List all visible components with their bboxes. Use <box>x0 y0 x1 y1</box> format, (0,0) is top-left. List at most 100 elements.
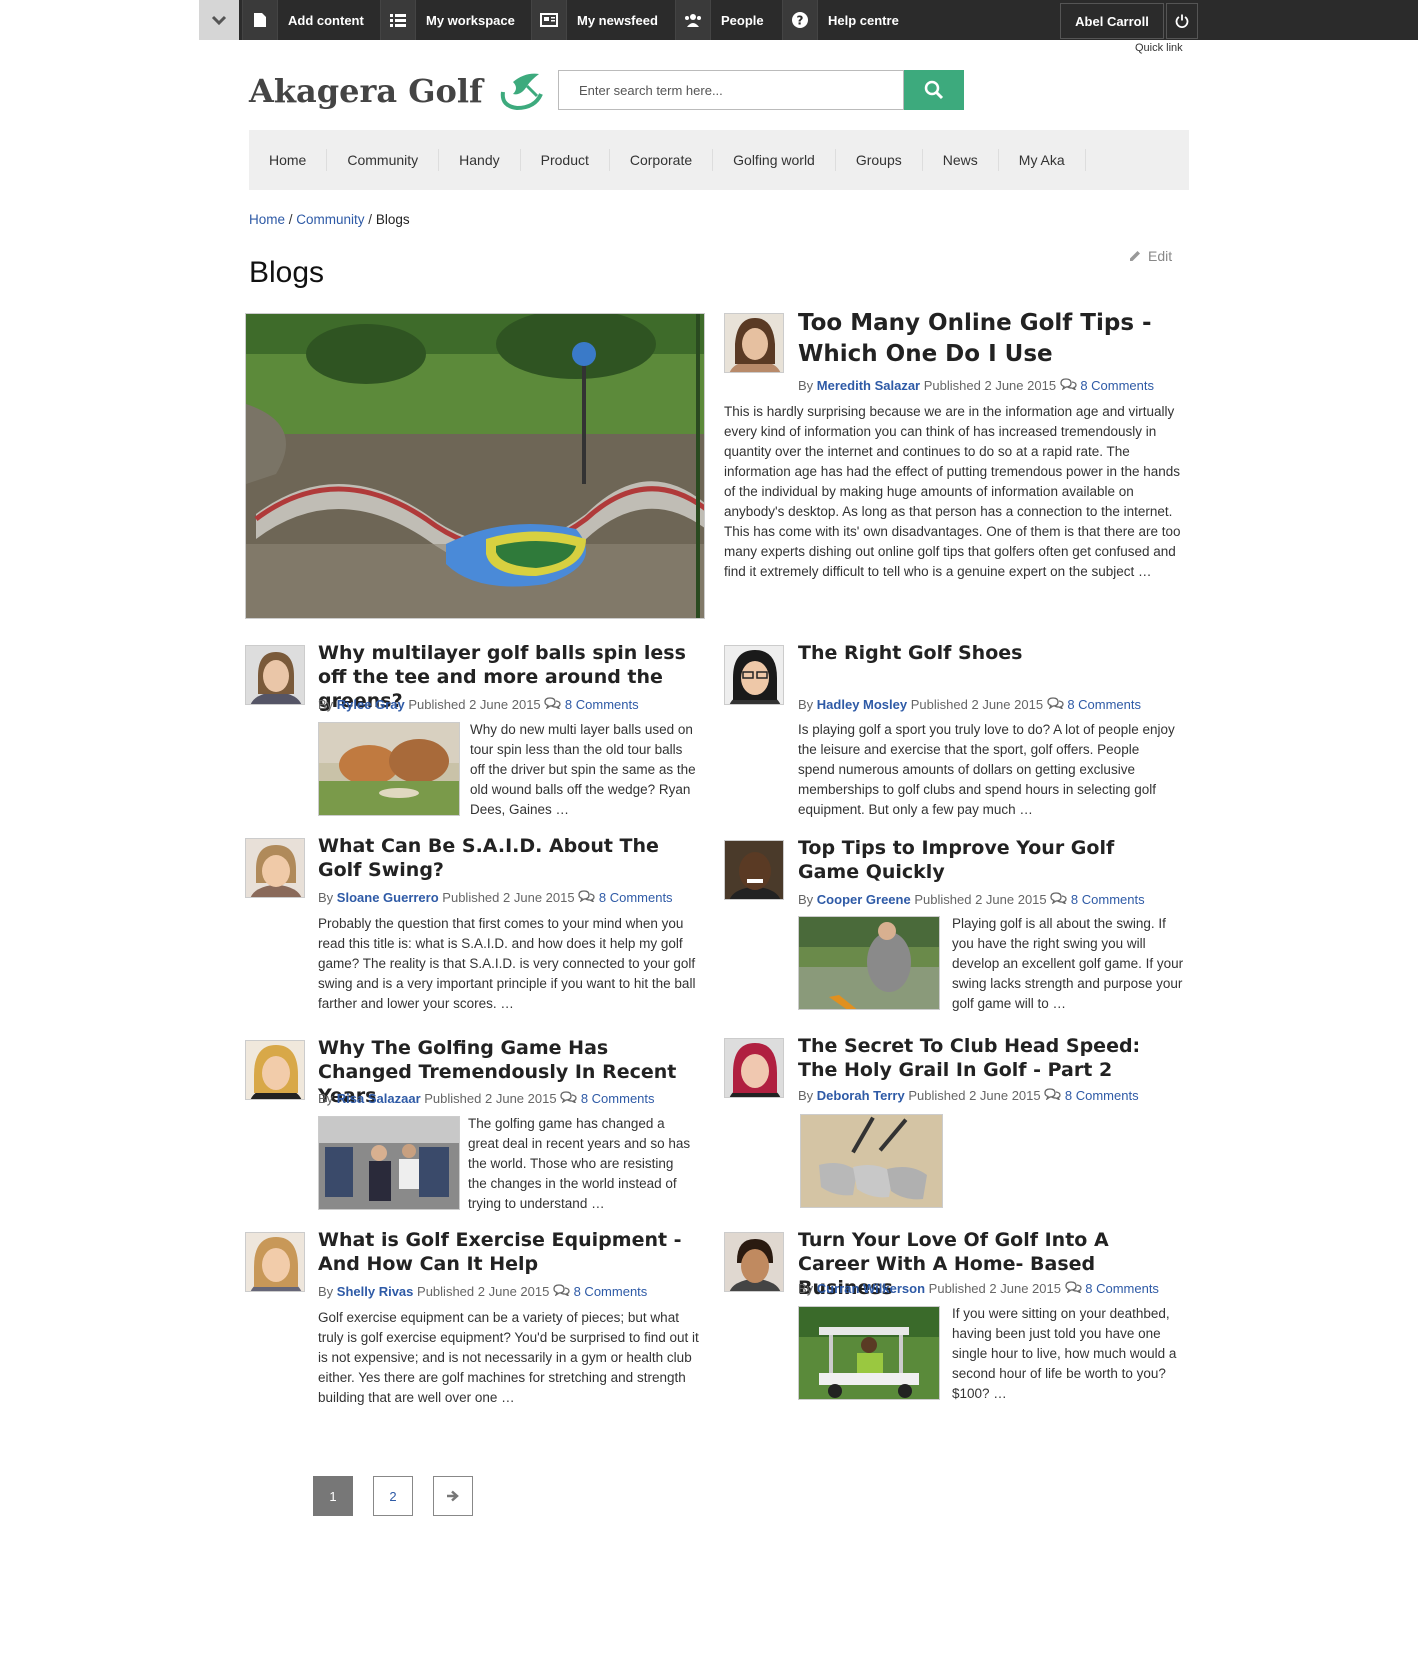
author-link[interactable]: Sloane Guerrero <box>337 890 439 905</box>
published-label: Published <box>424 1091 482 1106</box>
nav-item-golfing-world[interactable]: Golfing world <box>713 149 836 171</box>
comments-icon <box>553 1284 570 1297</box>
author-avatar[interactable] <box>245 1040 305 1100</box>
chevron-down-icon <box>211 15 227 26</box>
published-label: Published <box>928 1281 986 1296</box>
breadcrumb-current: Blogs <box>375 212 410 227</box>
comments-link[interactable]: 8 Comments <box>1080 378 1154 393</box>
author-link[interactable]: Rylee Gray <box>337 697 405 712</box>
avatar-photo <box>725 314 783 372</box>
nav-item-news[interactable]: News <box>923 149 999 171</box>
author-avatar[interactable] <box>245 1232 305 1292</box>
post-title[interactable]: Too Many Online Golf Tips - Which One Do… <box>798 308 1178 370</box>
nav-item-community[interactable]: Community <box>327 149 440 171</box>
post-thumbnail[interactable] <box>798 916 940 1010</box>
post-title[interactable]: Top Tips to Improve Your Golf Game Quick… <box>798 836 1178 884</box>
avatar-photo <box>725 1039 783 1097</box>
author-avatar[interactable] <box>245 645 305 705</box>
comments-link[interactable]: 8 Comments <box>1085 1281 1159 1296</box>
published-label: Published <box>914 892 972 907</box>
page-title: Blogs <box>249 256 325 289</box>
comments-link[interactable]: 8 Comments <box>1071 892 1145 907</box>
featured-blog-image[interactable] <box>245 313 705 619</box>
pager-page-1[interactable]: 1 <box>313 1476 353 1516</box>
author-avatar[interactable] <box>724 840 784 900</box>
nav-item-my-aka[interactable]: My Aka <box>999 149 1086 171</box>
author-link[interactable]: Risa Salazaar <box>337 1091 421 1106</box>
post-excerpt: This is hardly surprising because we are… <box>724 404 1181 579</box>
people-button[interactable]: People <box>675 0 764 40</box>
author-link[interactable]: Cooper Greene <box>817 892 911 907</box>
nav-item-corporate[interactable]: Corporate <box>610 149 714 171</box>
quick-link[interactable]: Quick link <box>1135 42 1183 54</box>
my-newsfeed-button[interactable]: My newsfeed <box>531 0 658 40</box>
logout-button[interactable] <box>1166 3 1198 39</box>
comments-link[interactable]: 8 Comments <box>1067 697 1141 712</box>
author-avatar[interactable] <box>724 645 784 705</box>
avatar-photo <box>725 1233 783 1291</box>
help-centre-label: Help centre <box>828 12 899 28</box>
avatar-photo <box>725 841 783 899</box>
pager-page-2[interactable]: 2 <box>373 1476 413 1516</box>
author-avatar[interactable] <box>724 1232 784 1292</box>
post-title[interactable]: The Secret To Club Head Speed: The Holy … <box>798 1034 1178 1082</box>
post-date: 2 June 2015 <box>469 697 541 712</box>
author-link[interactable]: Meredith Salazar <box>817 378 920 393</box>
author-link[interactable]: Hadley Mosley <box>817 697 907 712</box>
post-thumbnail[interactable] <box>800 1114 943 1208</box>
golfer-putting-photo <box>799 917 939 1009</box>
post-excerpt: The golfing game has changed a great dea… <box>468 1116 691 1211</box>
comments-link[interactable]: 8 Comments <box>565 697 639 712</box>
nav-item-groups[interactable]: Groups <box>836 149 923 171</box>
published-label: Published <box>910 697 968 712</box>
search-input[interactable]: Enter search term here... <box>558 70 904 110</box>
post-meta: By Shelly Rivas Published 2 June 2015 8 … <box>318 1284 647 1299</box>
breadcrumb-home-link[interactable]: Home <box>249 212 285 227</box>
comments-link[interactable]: 8 Comments <box>581 1091 655 1106</box>
main-navigation: Home Community Handy Product Corporate G… <box>249 130 1189 190</box>
toolbar-toggle-button[interactable] <box>199 0 239 40</box>
post-meta: By Rylee Gray Published 2 June 2015 8 Co… <box>318 697 639 712</box>
author-link[interactable]: Deborah Terry <box>817 1088 905 1103</box>
user-menu-button[interactable]: Abel Carroll <box>1060 3 1164 39</box>
author-avatar[interactable] <box>724 313 784 373</box>
pager-next-button[interactable] <box>433 1476 473 1516</box>
site-logo[interactable]: Akagera Golf <box>249 70 551 112</box>
comments-link[interactable]: 8 Comments <box>1065 1088 1139 1103</box>
nav-item-handy[interactable]: Handy <box>439 149 521 171</box>
search-button[interactable] <box>904 70 964 110</box>
comments-link[interactable]: 8 Comments <box>599 890 673 905</box>
post-thumbnail[interactable] <box>318 722 460 816</box>
post-excerpt: If you were sitting on your deathbed, ha… <box>952 1306 1177 1401</box>
post-meta: By Risa Salazaar Published 2 June 2015 8… <box>318 1091 655 1106</box>
by-label: By <box>798 1088 814 1103</box>
by-label: By <box>318 697 334 712</box>
avatar-photo <box>246 1233 304 1291</box>
breadcrumb-community-link[interactable]: Community <box>296 212 364 227</box>
my-workspace-button[interactable]: My workspace <box>380 0 515 40</box>
post-thumbnail[interactable] <box>318 1116 460 1210</box>
post-title[interactable]: What is Golf Exercise Equipment - And Ho… <box>318 1228 698 1276</box>
author-link[interactable]: Curran Wilkerson <box>817 1281 925 1296</box>
published-label: Published <box>908 1088 966 1103</box>
nav-item-home[interactable]: Home <box>249 149 328 171</box>
author-link[interactable]: Shelly Rivas <box>337 1284 414 1299</box>
post-title[interactable]: What Can Be S.A.I.D. About The Golf Swin… <box>318 834 698 882</box>
help-centre-button[interactable]: ? Help centre <box>782 0 899 40</box>
post-date: 2 June 2015 <box>477 1284 550 1299</box>
author-avatar[interactable] <box>245 838 305 898</box>
edit-button[interactable]: Edit <box>1128 248 1172 264</box>
post-thumbnail[interactable] <box>798 1306 940 1400</box>
by-label: By <box>798 892 814 907</box>
author-avatar[interactable] <box>724 1038 784 1098</box>
golf-course-painting <box>319 723 459 815</box>
post-meta: By Meredith Salazar Published 2 June 201… <box>798 378 1154 393</box>
site-name: Akagera Golf <box>249 72 483 110</box>
post-meta: By Hadley Mosley Published 2 June 2015 8… <box>798 697 1141 712</box>
golf-clubs-photo <box>801 1115 942 1207</box>
post-title[interactable]: The Right Golf Shoes <box>798 641 1178 665</box>
add-content-button[interactable]: Add content <box>242 0 364 40</box>
svg-text:?: ? <box>797 14 804 28</box>
comments-link[interactable]: 8 Comments <box>574 1284 648 1299</box>
nav-item-product[interactable]: Product <box>521 149 610 171</box>
